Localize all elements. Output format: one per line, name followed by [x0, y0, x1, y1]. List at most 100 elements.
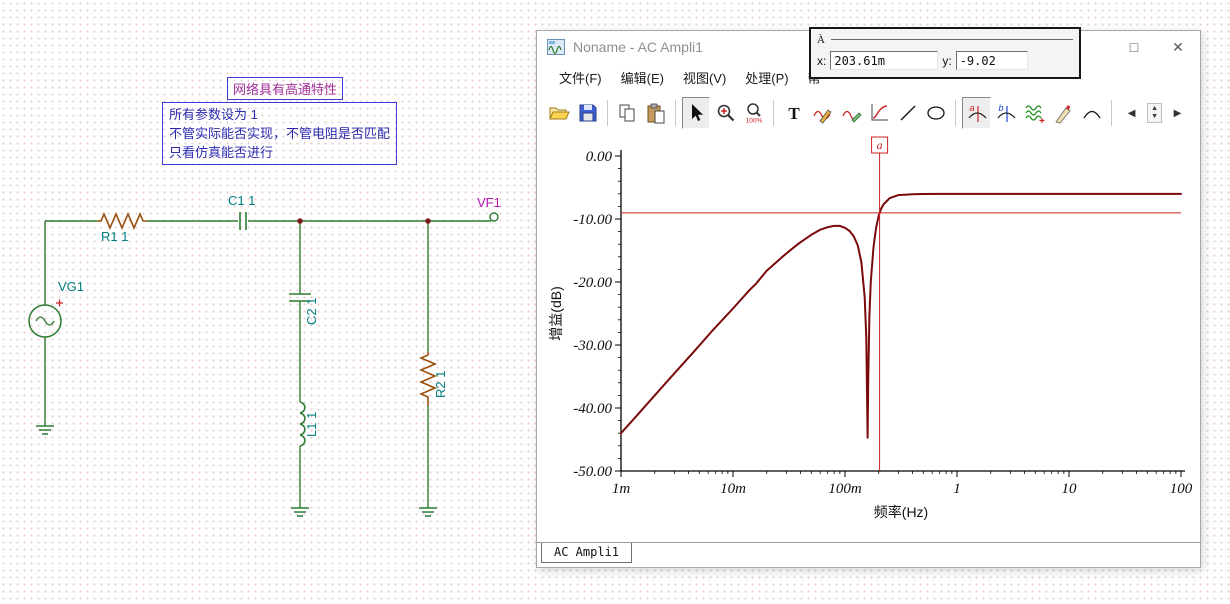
x-tick-label: 1m: [612, 481, 631, 497]
line-tool-icon: [900, 105, 916, 121]
zoom-100-icon: 100%: [746, 103, 763, 125]
text-tool-button[interactable]: T: [780, 98, 807, 128]
ellipse-tool-icon: [927, 106, 945, 120]
close-button[interactable]: ✕: [1156, 32, 1200, 62]
x-tick-label: 100m: [828, 481, 862, 497]
menu-view[interactable]: 视图(V): [675, 65, 734, 90]
annotation-line: 所有参数设为 1: [169, 107, 258, 122]
probe-tool-button[interactable]: [1050, 98, 1077, 128]
select-tool-button[interactable]: [681, 97, 711, 129]
menu-edit[interactable]: 编辑(E): [613, 65, 672, 90]
schematic-workspace[interactable]: R1 1 C1 1 VG1 C2 1 L1 1 R2 1 VF1 网络具有高通特…: [0, 0, 1230, 604]
cursor-a-icon: a: [968, 103, 987, 122]
cursor-a-button[interactable]: a: [962, 97, 991, 129]
right-arrow-icon: ▶: [1173, 107, 1182, 119]
cursor-x-field[interactable]: 203.61m: [830, 51, 939, 70]
tab-bar: AC Ampli1: [537, 542, 1200, 567]
left-arrow-icon: ◀: [1127, 107, 1136, 119]
toolbar: 100% T a b ◀ ▲ ▼ ▶: [537, 91, 1200, 135]
ground-symbol[interactable]: [291, 502, 309, 517]
app-icon: [547, 39, 565, 55]
cursor-y-field[interactable]: -9.02: [955, 51, 1028, 70]
ground-symbol[interactable]: [419, 502, 437, 517]
y-tick-label: -10.00: [573, 212, 612, 228]
waves-tool-button[interactable]: [1021, 98, 1048, 128]
toolbar-separator: [1111, 100, 1113, 126]
voltage-source-vg1[interactable]: [28, 299, 63, 338]
output-pin-vf1[interactable]: [489, 212, 499, 222]
gain-plot: 0.00 -10.00 -20.00 -30.00 -40.00 -50.001m 10m 1…: [548, 136, 1193, 520]
cursor-panel-values: x: 203.61m y: -9.02: [811, 48, 1079, 73]
spinner-control[interactable]: ▲ ▼: [1147, 103, 1162, 123]
zoom-in-button[interactable]: [712, 98, 739, 128]
window-title: Noname - AC Ampli1: [573, 39, 703, 55]
zoom-in-icon: [717, 104, 734, 122]
paste-icon: [647, 103, 665, 124]
line-tool-button[interactable]: [894, 98, 921, 128]
ac-analysis-window: Noname - AC Ampli1 □ ✕ 文件(F) 编辑(E) 视图(V)…: [536, 27, 1201, 568]
x-tick-label: 10m: [720, 481, 746, 497]
menu-process[interactable]: 处理(P): [737, 65, 796, 90]
select-arrow-icon: [692, 104, 704, 121]
cursor-y-label: y:: [942, 53, 952, 68]
y-axis-label: 增益(dB): [548, 286, 564, 340]
axes-curve-icon: [871, 104, 889, 121]
wires[interactable]: [44, 220, 491, 502]
label-r2: R2 1: [433, 371, 448, 398]
cursor-panel-header: À: [811, 29, 1079, 48]
label-r1: R1 1: [101, 229, 128, 244]
text-tool-glyph: T: [788, 104, 800, 123]
copy-icon: [619, 104, 635, 122]
annotation-line: 不管实际能否实现，不管电阻是否匹配: [169, 126, 391, 141]
capacitor-c1[interactable]: [239, 212, 247, 230]
probe-pen-icon: [1055, 105, 1071, 124]
maximize-icon: □: [1129, 39, 1139, 55]
junction-dot: [297, 218, 303, 224]
axes-curve-button[interactable]: [866, 98, 893, 128]
spin-down-icon: ▼: [1151, 113, 1158, 120]
curve-marker-icon: [842, 110, 862, 123]
curve-pencil-icon: [813, 109, 832, 124]
junction-dot: [425, 218, 431, 224]
zoom-100-button[interactable]: 100%: [741, 98, 768, 128]
cursor-flag-label: a: [877, 138, 883, 152]
zoom-100-label: 100%: [746, 118, 763, 125]
y-tick-label: -40.00: [573, 401, 612, 417]
scroll-left-button[interactable]: ◀: [1118, 98, 1145, 128]
cursor-x-label: x:: [817, 53, 827, 68]
resistor-r1[interactable]: [97, 211, 147, 231]
arc-tool-button[interactable]: [1078, 98, 1105, 128]
annotation-parameters[interactable]: 所有参数设为 1 不管实际能否实现，不管电阻是否匹配 只看仿真能否进行: [162, 102, 398, 165]
save-button[interactable]: [575, 98, 602, 128]
label-c2: C2 1: [304, 298, 319, 325]
cursor-b-button[interactable]: b: [993, 98, 1020, 128]
x-tick-label: 100: [1170, 481, 1193, 497]
ellipse-tool-button[interactable]: [923, 98, 950, 128]
cursor-readout-panel[interactable]: À x: 203.61m y: -9.02: [809, 27, 1081, 79]
curve-edit-2-button[interactable]: [837, 98, 864, 128]
annotation-line: 只看仿真能否进行: [169, 145, 274, 160]
curve-edit-1-button[interactable]: [809, 98, 836, 128]
page-nav-group: ◀ ▲ ▼ ▶: [1106, 98, 1192, 128]
cursor-panel-title: À: [817, 33, 825, 46]
label-vf1: VF1: [477, 195, 501, 210]
copy-button[interactable]: [614, 98, 641, 128]
tab-ac-ampli1[interactable]: AC Ampli1: [541, 543, 633, 563]
x-tick-label: 1: [953, 481, 961, 497]
paste-button[interactable]: [642, 98, 669, 128]
floppy-icon: [579, 104, 597, 122]
ground-symbol[interactable]: [36, 420, 54, 435]
label-l1: L1 1: [304, 412, 319, 437]
text-tool-icon: T: [788, 104, 800, 123]
open-folder-icon: [549, 107, 571, 120]
maximize-button[interactable]: □: [1112, 32, 1156, 62]
gain-curve[interactable]: [620, 192, 1182, 439]
menu-file[interactable]: 文件(F): [551, 65, 610, 90]
y-tick-label: 0.00: [586, 149, 613, 165]
open-button[interactable]: [546, 98, 573, 128]
cursor-b-icon: b: [997, 103, 1016, 122]
annotation-highpass[interactable]: 网络具有高通特性: [227, 77, 344, 100]
toolbar-separator: [773, 100, 775, 126]
cursor-a-glyph: a: [969, 103, 974, 113]
scroll-right-button[interactable]: ▶: [1164, 98, 1191, 128]
